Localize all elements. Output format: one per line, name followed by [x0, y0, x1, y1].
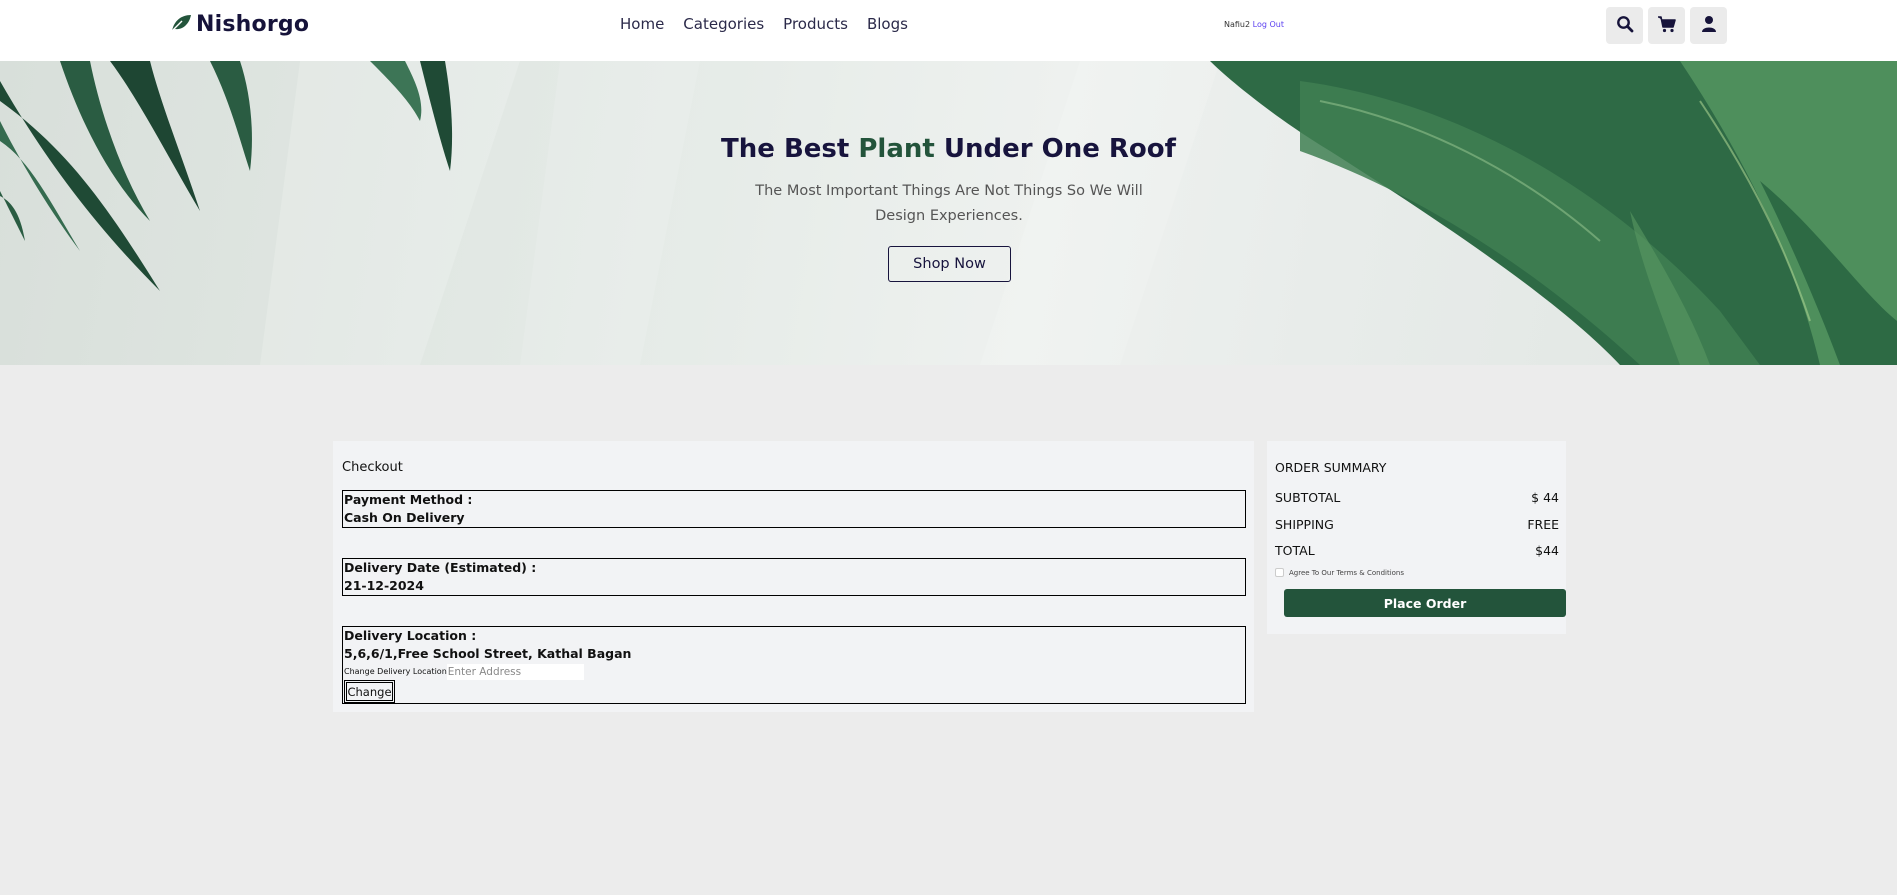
terms-label: Agree To Our Terms & Conditions: [1289, 568, 1405, 577]
shipping-label: SHIPPING: [1275, 517, 1334, 532]
payment-method-value: Cash On Delivery: [344, 510, 465, 525]
delivery-date-value: 21-12-2024: [344, 578, 424, 593]
cart-icon: [1657, 15, 1677, 37]
order-summary-panel: ORDER SUMMARY SUBTOTAL $ 44 SHIPPING FRE…: [1267, 441, 1566, 634]
subtotal-value: $ 44: [1531, 490, 1559, 505]
delivery-location-label: Delivery Location :: [344, 628, 477, 643]
total-value: $44: [1535, 543, 1559, 558]
change-location-label: Change Delivery Location: [344, 666, 447, 676]
shipping-row: SHIPPING FREE: [1275, 517, 1559, 532]
total-row: TOTAL $44: [1275, 543, 1559, 558]
place-order-button[interactable]: Place Order: [1284, 589, 1566, 617]
terms-row: Agree To Our Terms & Conditions: [1275, 568, 1404, 577]
order-summary-title: ORDER SUMMARY: [1275, 460, 1387, 475]
nav-home[interactable]: Home: [620, 15, 664, 33]
checkout-panel: Checkout Payment Method : Cash On Delive…: [333, 441, 1254, 712]
site-header: Nishorgo Home Categories Products Blogs …: [0, 0, 1897, 61]
user-info: Nafiu2 Log Out: [1224, 20, 1284, 29]
cart-button[interactable]: [1648, 7, 1685, 44]
username: Nafiu2: [1224, 20, 1251, 29]
address-input[interactable]: [446, 663, 584, 680]
terms-checkbox[interactable]: [1275, 568, 1284, 577]
nav-blogs[interactable]: Blogs: [867, 15, 908, 33]
hero-title-part2: Under One Roof: [934, 134, 1176, 164]
user-icon: [1701, 15, 1717, 37]
nav-categories[interactable]: Categories: [683, 15, 764, 33]
total-label: TOTAL: [1275, 543, 1315, 558]
hero-banner: The Best Plant Under One Roof The Most I…: [0, 61, 1897, 365]
payment-method-box: Payment Method : Cash On Delivery: [342, 490, 1246, 528]
delivery-date-label: Delivery Date (Estimated) :: [344, 560, 537, 575]
change-location-button[interactable]: Change: [344, 680, 395, 703]
shipping-value: FREE: [1527, 517, 1559, 532]
subtotal-label: SUBTOTAL: [1275, 490, 1341, 505]
main-nav: Home Categories Products Blogs: [620, 15, 908, 33]
subtotal-row: SUBTOTAL $ 44: [1275, 490, 1559, 505]
logo[interactable]: Nishorgo: [170, 12, 309, 37]
hero-title-part1: The Best: [721, 134, 859, 164]
logo-text: Nishorgo: [196, 12, 310, 37]
delivery-date-box: Delivery Date (Estimated) : 21-12-2024: [342, 558, 1246, 596]
search-button[interactable]: [1606, 7, 1643, 44]
checkout-title: Checkout: [342, 460, 403, 475]
nav-products[interactable]: Products: [783, 15, 848, 33]
hero-title-accent: Plant: [858, 134, 935, 164]
change-location-row: Change Delivery Location: [344, 663, 1245, 680]
logout-link[interactable]: Log Out: [1253, 20, 1284, 29]
hero-title: The Best Plant Under One Roof: [0, 134, 1897, 164]
payment-method-label: Payment Method :: [344, 492, 473, 507]
account-button[interactable]: [1690, 7, 1727, 44]
hero-subtitle: The Most Important Things Are Not Things…: [755, 183, 1143, 224]
delivery-location-box: Delivery Location : 5,6,6/1,Free School …: [342, 626, 1246, 704]
delivery-location-value: 5,6,6/1,Free School Street, Kathal Bagan: [344, 646, 632, 661]
search-icon: [1616, 15, 1634, 37]
shop-now-button[interactable]: Shop Now: [888, 246, 1011, 282]
leaf-icon: [170, 13, 192, 37]
